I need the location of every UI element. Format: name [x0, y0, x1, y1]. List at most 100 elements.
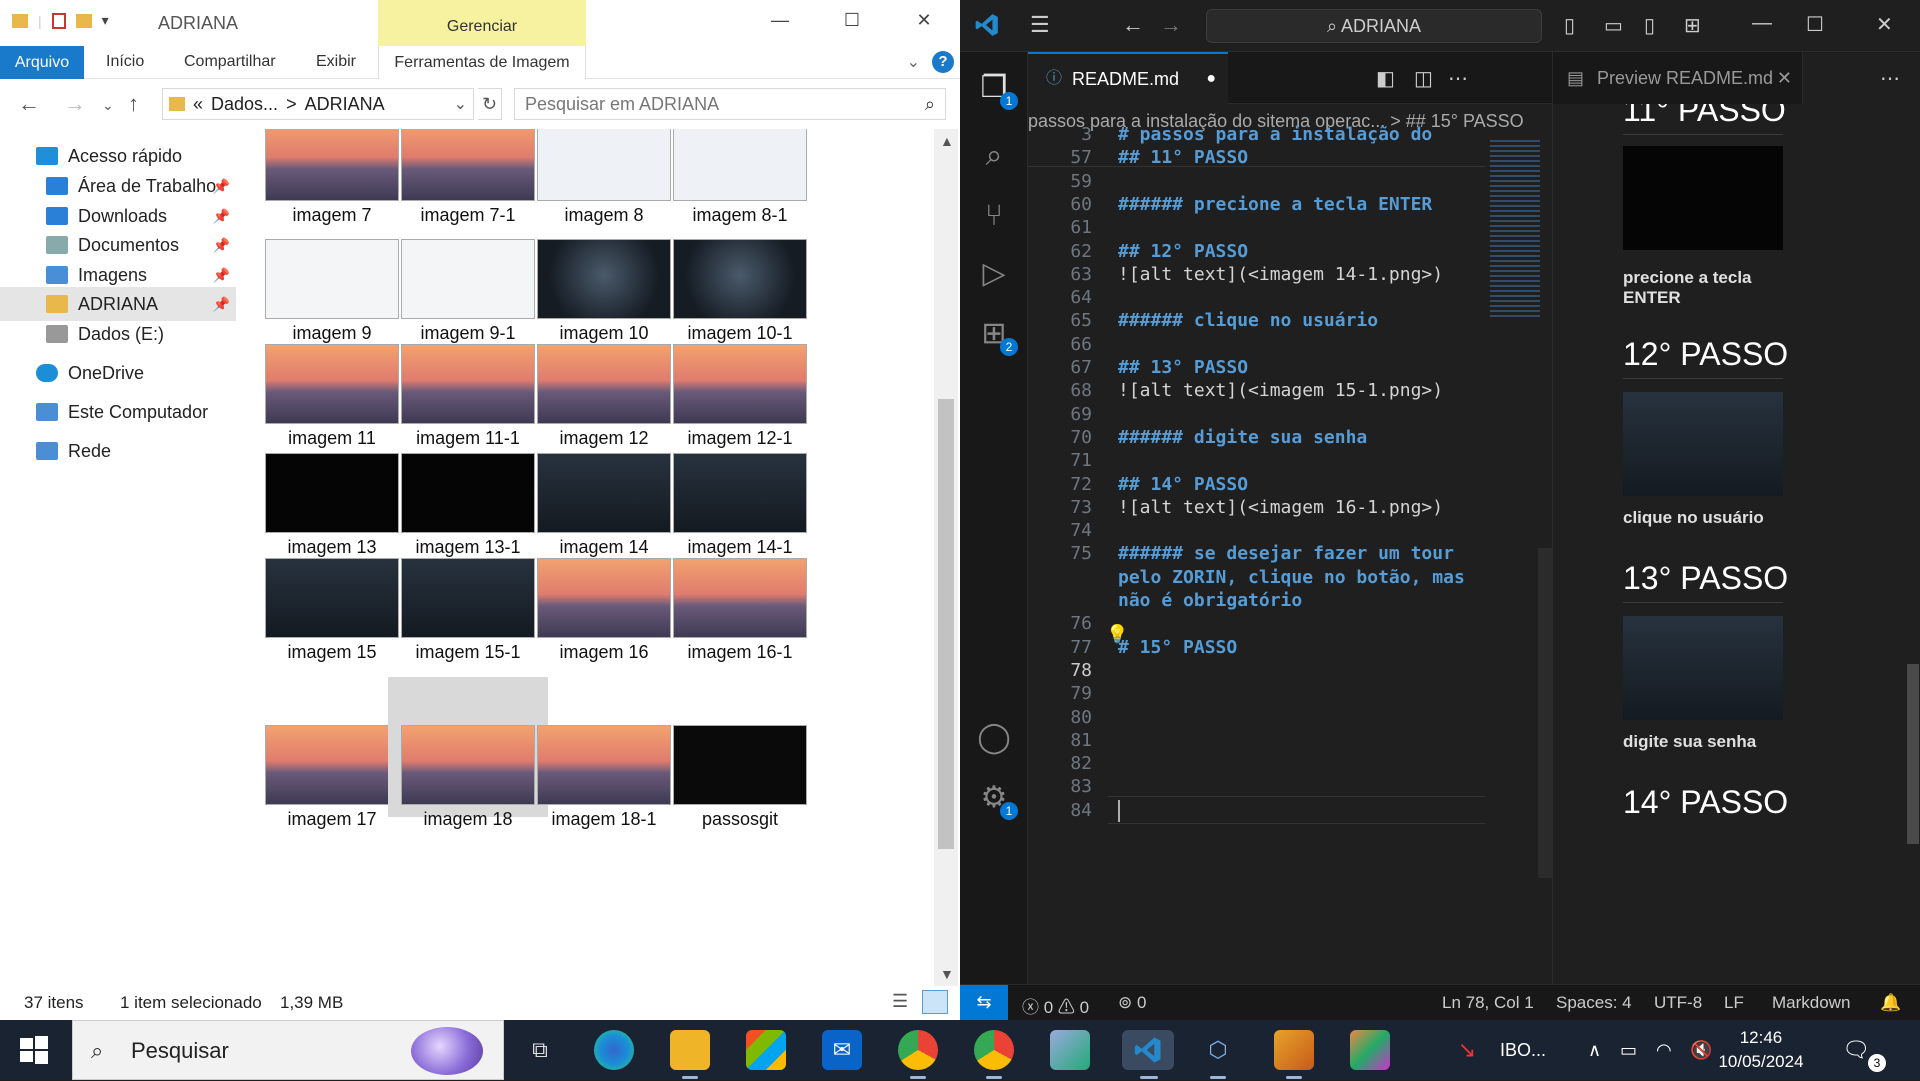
address-separator[interactable]: >	[286, 94, 297, 115]
pin-icon[interactable]: 📌	[213, 267, 230, 284]
cursor-position[interactable]: Ln 78, Col 1	[1442, 993, 1534, 1013]
nav-item-adriana[interactable]: ADRIANA 📌	[0, 287, 236, 321]
ports-status[interactable]: ⊚ 0	[1118, 993, 1146, 1013]
end-of-line[interactable]: LF	[1724, 993, 1744, 1013]
tab-file[interactable]: Arquivo	[0, 46, 84, 79]
forward-arrow-icon[interactable]: →	[1160, 12, 1182, 38]
customize-layout-icon[interactable]: ⊞	[1684, 13, 1701, 38]
account-icon[interactable]: ◯	[974, 718, 1014, 758]
maximize-button[interactable]: ☐	[1806, 12, 1824, 37]
chrome-profile-icon[interactable]	[974, 1030, 1014, 1070]
close-icon[interactable]: ✕	[1777, 52, 1792, 104]
clock[interactable]: 12:46 10/05/2024	[1706, 1026, 1816, 1074]
recent-locations-icon[interactable]: ⌄	[102, 97, 114, 114]
git-gui-icon[interactable]	[1350, 1030, 1390, 1070]
close-button[interactable]: ✕	[888, 0, 960, 40]
nav-item-documentos[interactable]: Documentos 📌	[0, 228, 236, 262]
file-item[interactable]: imagem 16-1	[660, 548, 820, 666]
unsaved-dot-icon[interactable]: ●	[1206, 54, 1216, 104]
wifi-icon[interactable]: ◠	[1656, 1020, 1672, 1080]
address-segment-adriana[interactable]: ADRIANA	[305, 94, 385, 115]
expand-ribbon-icon[interactable]: ⌄	[907, 52, 920, 72]
more-actions-icon[interactable]: ⋯	[1880, 66, 1900, 91]
properties-icon[interactable]	[51, 12, 66, 29]
search-icon[interactable]: ⌕	[974, 136, 1014, 176]
extensions-icon[interactable]: ⊞ 2	[974, 314, 1018, 356]
back-arrow-icon[interactable]: ←	[18, 91, 40, 117]
vscode-taskbar-icon[interactable]	[1122, 1030, 1174, 1070]
scrollbar-thumb[interactable]	[938, 399, 954, 849]
file-explorer-icon[interactable]	[670, 1030, 710, 1070]
chrome-icon[interactable]	[898, 1030, 938, 1070]
open-preview-icon[interactable]: ◧	[1376, 66, 1395, 91]
help-icon[interactable]: ?	[932, 51, 954, 73]
toggle-primary-sidebar-icon[interactable]: ▯	[1564, 13, 1575, 38]
toggle-panel-icon[interactable]: ▭	[1604, 13, 1623, 38]
tab-preview[interactable]: ▤ Preview README.md ✕	[1553, 52, 1803, 104]
preview-scrollbar[interactable]	[1907, 664, 1919, 844]
encoding[interactable]: UTF-8	[1654, 993, 1702, 1013]
up-arrow-icon[interactable]: ↑	[128, 91, 139, 117]
app-icon[interactable]	[1050, 1030, 1090, 1070]
toggle-secondary-sidebar-icon[interactable]: ▯	[1644, 13, 1655, 38]
nav-item--rea-de-trabalho[interactable]: Área de Trabalho 📌	[0, 169, 236, 203]
gear-icon[interactable]: ⚙ 1	[974, 778, 1018, 820]
source-control-icon[interactable]: ⑂	[974, 196, 1014, 236]
address-segment-dados[interactable]: Dados...	[211, 94, 278, 115]
notification-icon[interactable]: 🗨	[1842, 1020, 1870, 1080]
vertical-scrollbar[interactable]: ▲ ▼	[934, 129, 958, 986]
language-mode[interactable]: Markdown	[1772, 993, 1850, 1013]
explorer-files-icon[interactable]: ❐ 1	[974, 68, 1018, 110]
details-view-icon[interactable]: ☰	[892, 991, 908, 1012]
manage-tab[interactable]: Gerenciar	[378, 0, 586, 46]
pin-icon[interactable]: 📌	[213, 208, 230, 225]
minimap[interactable]	[1486, 138, 1552, 984]
refresh-icon[interactable]: ↻	[478, 88, 502, 120]
chevron-up-icon[interactable]: ∧	[1588, 1020, 1601, 1080]
nav-item-rede[interactable]: Rede	[0, 434, 236, 468]
address-overflow[interactable]: «	[193, 94, 203, 115]
git-bash-icon[interactable]	[1274, 1030, 1314, 1070]
address-dropdown-icon[interactable]: ⌄	[454, 94, 467, 114]
tab-readme[interactable]: ⓘ README.md ●	[1028, 52, 1228, 104]
tab-picture-tools[interactable]: Ferramentas de Imagem	[378, 46, 586, 79]
virtualbox-icon[interactable]: ⬡	[1198, 1030, 1238, 1070]
tab-share[interactable]: Compartilhar	[184, 53, 276, 71]
file-item[interactable]: imagem 10-1	[660, 229, 820, 347]
nav-item-onedrive[interactable]: OneDrive	[0, 356, 236, 390]
file-item[interactable]: imagem 12-1	[660, 334, 820, 452]
editor-scrollbar[interactable]	[1538, 548, 1552, 878]
nav-item-este-computador[interactable]: Este Computador	[0, 395, 236, 429]
mail-icon[interactable]: ✉	[822, 1030, 862, 1070]
forward-arrow-icon[interactable]: →	[64, 91, 86, 117]
file-item[interactable]: imagem 14-1	[660, 443, 820, 561]
scroll-up-icon[interactable]: ▲	[940, 133, 954, 149]
more-actions-icon[interactable]: ⋯	[1448, 66, 1468, 91]
close-button[interactable]: ✕	[1876, 12, 1893, 37]
scroll-down-icon[interactable]: ▼	[940, 966, 954, 982]
address-bar[interactable]: « Dados... > ADRIANA ⌄	[162, 88, 474, 120]
split-editor-icon[interactable]: ◫	[1414, 66, 1433, 91]
pin-icon[interactable]: 📌	[213, 296, 230, 313]
nav-item-acesso-r-pido[interactable]: Acesso rápido	[0, 139, 236, 173]
remote-icon[interactable]: ⇆	[960, 985, 1008, 1021]
search-input[interactable]: Pesquisar em ADRIANA ⌕	[514, 88, 946, 120]
problems-status[interactable]: ⓧ 0 ⚠ 0	[1022, 993, 1089, 1018]
ibo-widget-label[interactable]: IBO...	[1500, 1020, 1546, 1080]
edge-icon[interactable]	[594, 1030, 634, 1070]
tab-home[interactable]: Início	[106, 53, 144, 71]
task-view-icon[interactable]: ⧉	[520, 1030, 560, 1070]
code-editor[interactable]: 💡 3 # passos para a instalação do 57 ## 11°…	[1028, 124, 1552, 984]
pin-icon[interactable]: 📌	[213, 178, 230, 195]
nav-item-dados-e-[interactable]: Dados (E:)	[0, 317, 236, 351]
file-item[interactable]: imagem 8-1	[660, 129, 820, 229]
ibovespa-icon[interactable]: ↘	[1452, 1030, 1482, 1070]
taskbar-search[interactable]: ⌕ Pesquisar	[72, 1020, 504, 1080]
command-center[interactable]: ⌕ ADRIANA	[1206, 9, 1542, 43]
minimize-button[interactable]: —	[744, 0, 816, 40]
store-icon[interactable]	[746, 1030, 786, 1070]
windows-start-icon[interactable]	[18, 1034, 50, 1066]
back-arrow-icon[interactable]: ←	[1122, 12, 1144, 38]
tab-view[interactable]: Exibir	[316, 53, 356, 71]
indentation[interactable]: Spaces: 4	[1556, 993, 1632, 1013]
